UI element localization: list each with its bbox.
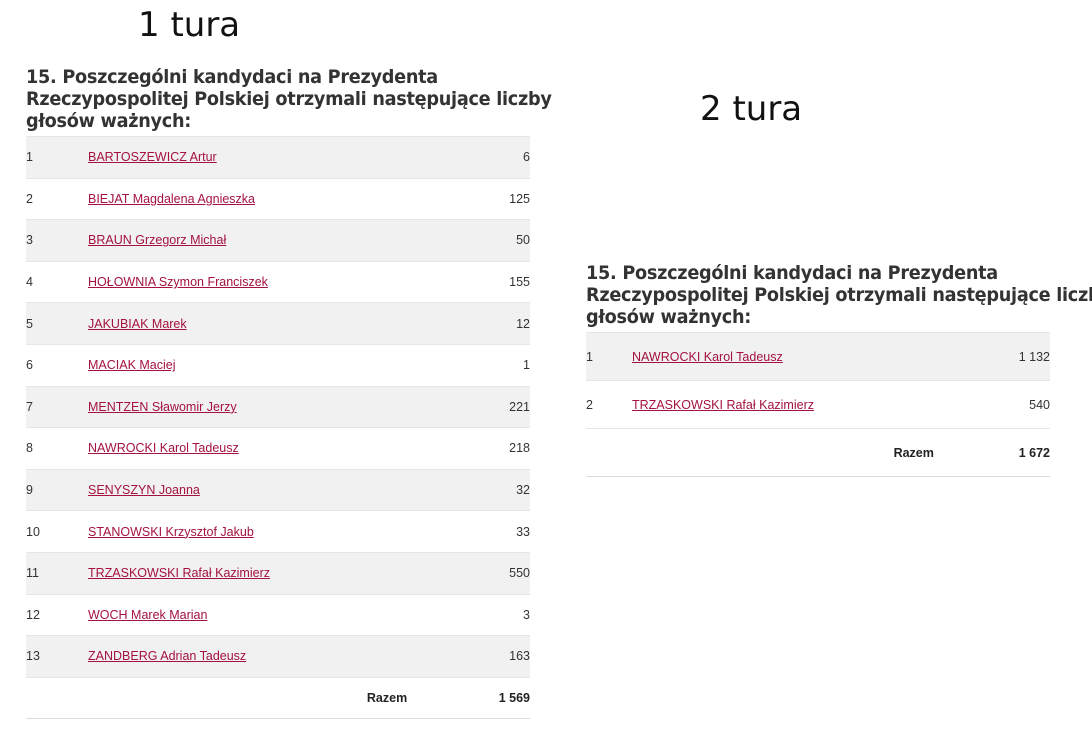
candidate-votes: 33 bbox=[407, 510, 530, 553]
candidate-name-link[interactable]: HOŁOWNIA Szymon Franciszek bbox=[88, 275, 268, 289]
candidate-name-cell: BRAUN Grzegorz Michał bbox=[88, 219, 408, 262]
candidate-name-cell: JAKUBIAK Marek bbox=[88, 302, 408, 345]
candidate-name-link[interactable]: TRZASKOWSKI Rafał Kazimierz bbox=[632, 398, 814, 412]
total-row: Razem 1 569 bbox=[26, 676, 530, 719]
candidate-number: 2 bbox=[586, 380, 632, 429]
candidate-name-cell: BARTOSZEWICZ Artur bbox=[88, 136, 408, 179]
candidate-votes: 540 bbox=[933, 380, 1050, 429]
candidate-name-link[interactable]: MENTZEN Sławomir Jerzy bbox=[88, 400, 237, 414]
candidate-number: 2 bbox=[26, 177, 88, 220]
round-2-results-body: 1 NAWROCKI Karol Tadeusz 1 132 2 TRZASKOWSKI… bbox=[586, 332, 1050, 477]
candidate-row: 9 SENYSZYN Joanna 32 bbox=[26, 468, 530, 511]
candidate-number: 6 bbox=[26, 343, 88, 387]
candidate-name-cell: ZANDBERG Adrian Tadeusz bbox=[88, 635, 408, 678]
candidate-name-link[interactable]: BIEJAT Magdalena Agnieszka bbox=[88, 192, 255, 206]
candidate-name-link[interactable]: TRZASKOWSKI Rafał Kazimierz bbox=[88, 566, 270, 580]
candidate-number: 3 bbox=[26, 219, 88, 262]
candidate-row: 11 TRZASKOWSKI Rafał Kazimierz 550 bbox=[26, 551, 530, 595]
candidate-row: 13 ZANDBERG Adrian Tadeusz 163 bbox=[26, 635, 530, 678]
candidate-number: 9 bbox=[26, 468, 88, 511]
candidate-votes: 12 bbox=[407, 302, 530, 345]
candidate-number: 1 bbox=[586, 332, 632, 381]
heading-line: Rzeczypospolitej Polskiej otrzymali nast… bbox=[586, 284, 1092, 306]
candidate-name-cell: NAWROCKI Karol Tadeusz bbox=[88, 427, 408, 470]
candidate-row: 12 WOCH Marek Marian 3 bbox=[26, 593, 530, 636]
candidate-name-link[interactable]: ZANDBERG Adrian Tadeusz bbox=[88, 649, 246, 663]
candidate-votes: 50 bbox=[407, 219, 530, 262]
candidate-row: 5 JAKUBIAK Marek 12 bbox=[26, 302, 530, 345]
candidate-name-cell: MENTZEN Sławomir Jerzy bbox=[88, 385, 408, 428]
round-1-heading: 15. Poszczególni kandydaci na Prezydenta… bbox=[26, 66, 552, 132]
candidate-number: 5 bbox=[26, 302, 88, 345]
heading-line: 15. Poszczególni kandydaci na Prezydenta bbox=[586, 262, 998, 284]
round-2-results-panel: 15. Poszczególni kandydaci na Prezydenta… bbox=[586, 262, 1092, 477]
candidate-name-cell: TRZASKOWSKI Rafał Kazimierz bbox=[88, 551, 408, 595]
candidate-name-link[interactable]: NAWROCKI Karol Tadeusz bbox=[88, 441, 239, 455]
candidate-name-cell: TRZASKOWSKI Rafał Kazimierz bbox=[632, 380, 934, 429]
candidate-number: 7 bbox=[26, 385, 88, 428]
candidate-votes: 125 bbox=[407, 177, 530, 220]
candidate-name-link[interactable]: BARTOSZEWICZ Artur bbox=[88, 150, 217, 164]
candidate-name-cell: SENYSZYN Joanna bbox=[88, 468, 408, 511]
candidate-votes: 155 bbox=[407, 260, 530, 303]
candidate-votes: 163 bbox=[407, 635, 530, 678]
candidate-votes: 32 bbox=[407, 468, 530, 511]
candidate-row: 2 BIEJAT Magdalena Agnieszka 125 bbox=[26, 177, 530, 220]
candidate-votes: 6 bbox=[407, 136, 530, 179]
candidate-row: 1 BARTOSZEWICZ Artur 6 bbox=[26, 136, 530, 179]
total-row: Razem 1 672 bbox=[586, 428, 1050, 477]
candidate-name-cell: NAWROCKI Karol Tadeusz bbox=[632, 332, 934, 381]
candidate-name-cell: HOŁOWNIA Szymon Franciszek bbox=[88, 260, 408, 303]
candidate-name-link[interactable]: STANOWSKI Krzysztof Jakub bbox=[88, 525, 254, 539]
candidate-number: 11 bbox=[26, 551, 88, 595]
candidate-row: 10 STANOWSKI Krzysztof Jakub 33 bbox=[26, 510, 530, 553]
candidate-number: 4 bbox=[26, 260, 88, 303]
candidate-row: 7 MENTZEN Sławomir Jerzy 221 bbox=[26, 385, 530, 428]
candidate-name-link[interactable]: JAKUBIAK Marek bbox=[88, 317, 187, 331]
heading-line: głosów ważnych: bbox=[586, 306, 752, 328]
total-label: Razem bbox=[632, 428, 934, 477]
total-value: 1 672 bbox=[933, 428, 1050, 477]
candidate-votes: 218 bbox=[407, 427, 530, 470]
heading-line: 15. Poszczególni kandydaci na Prezydenta bbox=[26, 66, 438, 88]
candidate-number: 1 bbox=[26, 136, 88, 179]
round-1-results-panel: 15. Poszczególni kandydaci na Prezydenta… bbox=[26, 66, 552, 719]
candidate-votes: 1 132 bbox=[933, 332, 1050, 381]
candidate-number: 12 bbox=[26, 593, 88, 636]
candidate-name-link[interactable]: SENYSZYN Joanna bbox=[88, 483, 200, 497]
round-1-results-table: 1 BARTOSZEWICZ Artur 6 2 BIEJAT Magdalena Ag… bbox=[26, 136, 530, 719]
candidate-name-link[interactable]: NAWROCKI Karol Tadeusz bbox=[632, 350, 783, 364]
candidate-name-link[interactable]: BRAUN Grzegorz Michał bbox=[88, 233, 226, 247]
candidate-name-link[interactable]: WOCH Marek Marian bbox=[88, 608, 207, 622]
candidate-number: 10 bbox=[26, 510, 88, 553]
candidate-votes: 550 bbox=[407, 551, 530, 595]
candidate-row: 8 NAWROCKI Karol Tadeusz 218 bbox=[26, 427, 530, 470]
candidate-votes: 3 bbox=[407, 593, 530, 636]
candidate-votes: 221 bbox=[407, 385, 530, 428]
candidate-row: 1 NAWROCKI Karol Tadeusz 1 132 bbox=[586, 332, 1050, 381]
candidate-name-cell: WOCH Marek Marian bbox=[88, 593, 408, 636]
round-2-results-table: 1 NAWROCKI Karol Tadeusz 1 132 2 TRZASKOWSKI… bbox=[586, 332, 1050, 477]
candidate-number: 8 bbox=[26, 427, 88, 470]
candidate-name-cell: BIEJAT Magdalena Agnieszka bbox=[88, 177, 408, 220]
empty-cell bbox=[26, 676, 88, 719]
empty-cell bbox=[586, 428, 632, 477]
candidate-name-link[interactable]: MACIAK Maciej bbox=[88, 358, 176, 372]
candidate-row: 3 BRAUN Grzegorz Michał 50 bbox=[26, 219, 530, 262]
heading-line: Rzeczypospolitej Polskiej otrzymali nast… bbox=[26, 88, 552, 110]
round-1-results-body: 1 BARTOSZEWICZ Artur 6 2 BIEJAT Magdalena Ag… bbox=[26, 136, 530, 719]
round-1-title: 1 tura bbox=[138, 5, 241, 45]
candidate-number: 13 bbox=[26, 635, 88, 678]
candidate-name-cell: STANOWSKI Krzysztof Jakub bbox=[88, 510, 408, 553]
candidate-row: 4 HOŁOWNIA Szymon Franciszek 155 bbox=[26, 260, 530, 303]
candidate-votes: 1 bbox=[407, 343, 530, 387]
round-2-title: 2 tura bbox=[700, 89, 803, 129]
round-2-heading: 15. Poszczególni kandydaci na Prezydenta… bbox=[586, 262, 1092, 328]
candidate-row: 6 MACIAK Maciej 1 bbox=[26, 343, 530, 387]
total-value: 1 569 bbox=[407, 676, 530, 719]
total-label: Razem bbox=[88, 676, 408, 719]
candidate-row: 2 TRZASKOWSKI Rafał Kazimierz 540 bbox=[586, 380, 1050, 429]
heading-line: głosów ważnych: bbox=[26, 110, 192, 132]
candidate-name-cell: MACIAK Maciej bbox=[88, 343, 408, 387]
